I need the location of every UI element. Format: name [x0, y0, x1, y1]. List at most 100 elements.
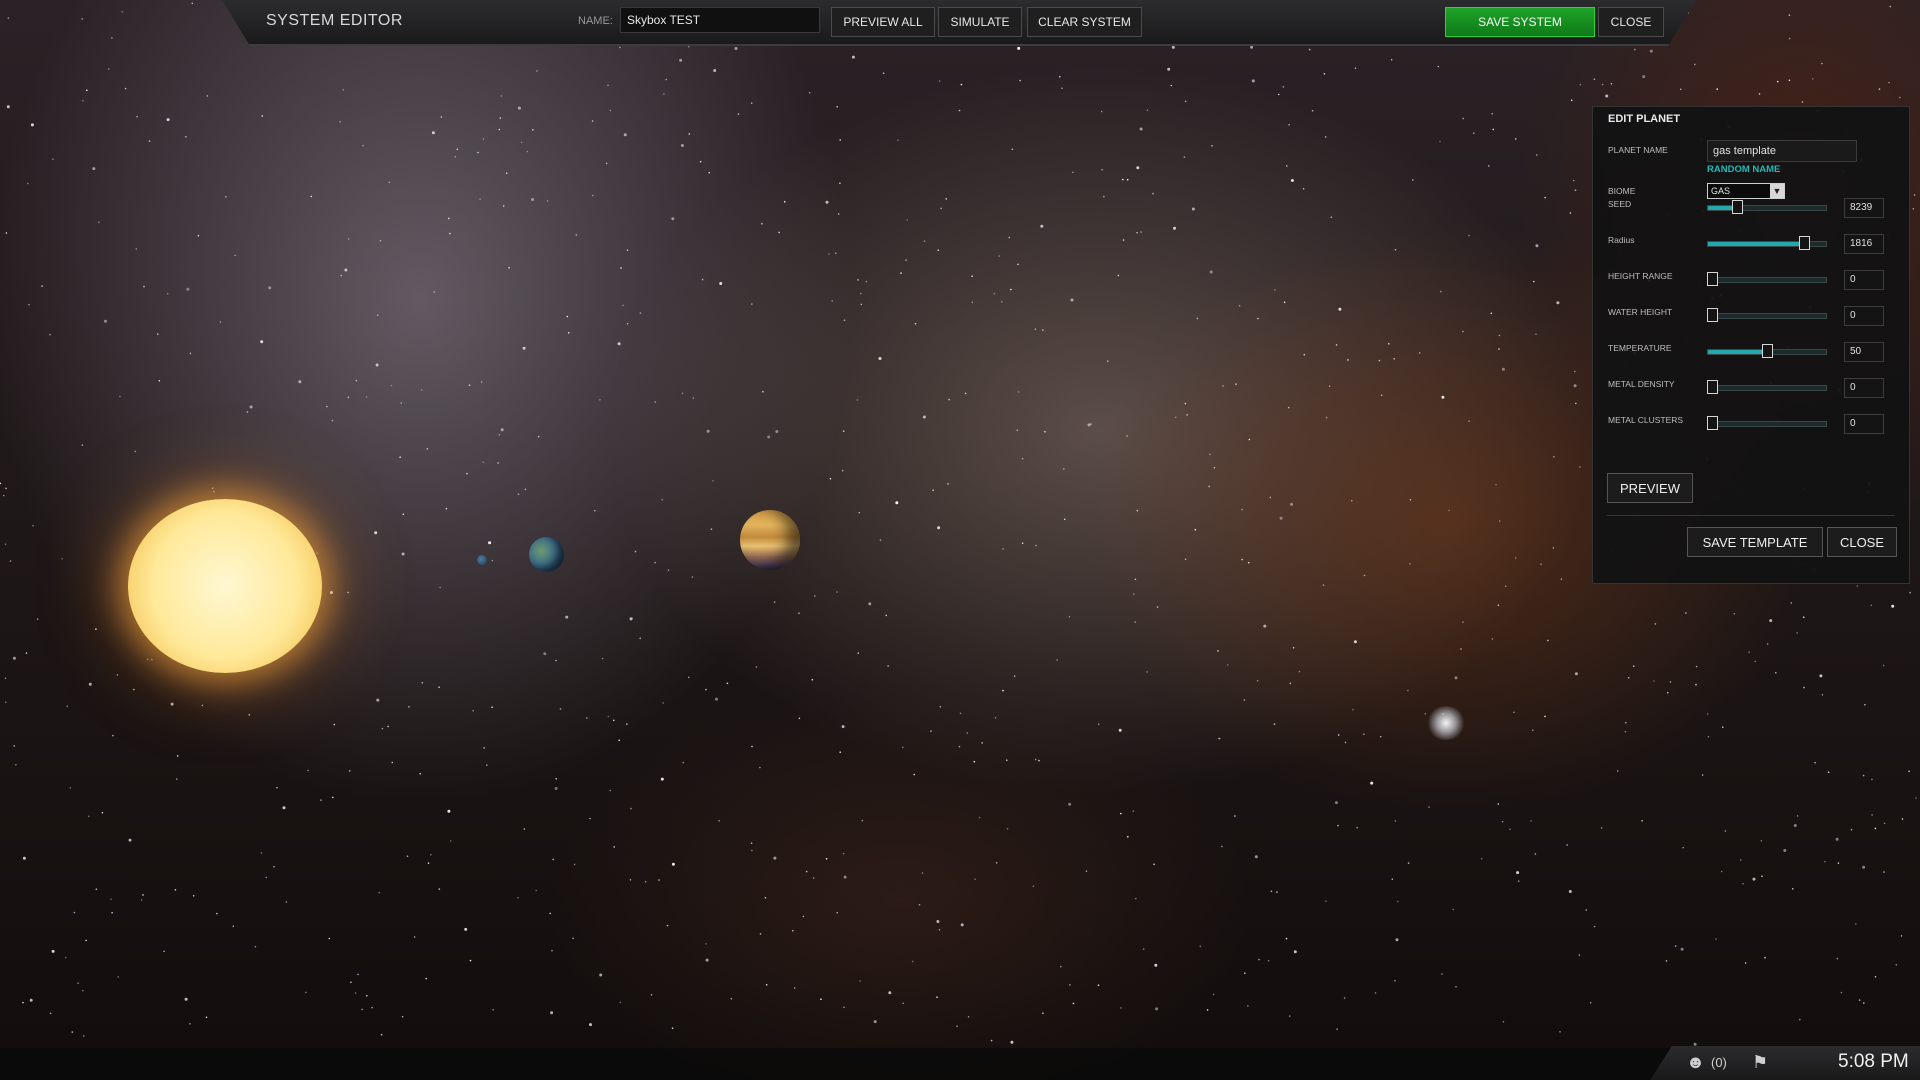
water-height-slider-track[interactable]: [1707, 313, 1827, 319]
star: [1290, 502, 1294, 506]
preview-all-button[interactable]: PREVIEW ALL: [831, 7, 935, 37]
star: [1276, 891, 1278, 893]
save-system-button[interactable]: SAVE SYSTEM: [1445, 7, 1595, 37]
temperature-value-input[interactable]: 50: [1844, 342, 1884, 362]
sun[interactable]: [128, 499, 322, 673]
star: [835, 252, 837, 254]
height-range-slider-handle[interactable]: [1707, 272, 1718, 286]
seed-value-input[interactable]: 8239: [1844, 198, 1884, 218]
star: [1573, 179, 1575, 182]
biome-value: GAS: [1711, 186, 1731, 196]
star: [1378, 359, 1381, 362]
star: [938, 928, 941, 931]
star: [1017, 391, 1020, 393]
star: [1117, 274, 1120, 277]
star: [900, 272, 902, 274]
star: [430, 853, 432, 856]
close-editor-button[interactable]: CLOSE: [1598, 7, 1664, 37]
star: [1504, 585, 1507, 587]
metal-clusters-slider-handle[interactable]: [1707, 416, 1718, 430]
planet-earth[interactable]: [529, 537, 564, 572]
star: [1337, 824, 1339, 827]
star: [158, 380, 161, 382]
star: [857, 652, 859, 654]
star: [419, 772, 422, 775]
star: [1559, 1031, 1561, 1033]
star: [1248, 438, 1251, 441]
star: [639, 637, 641, 640]
star: [1063, 468, 1065, 470]
chevron-down-icon[interactable]: ▼: [1770, 184, 1784, 198]
star: [938, 80, 941, 82]
water-height-slider[interactable]: [1707, 308, 1827, 322]
star: [966, 732, 969, 734]
metal-clusters-slider-track[interactable]: [1707, 421, 1827, 427]
seed-slider[interactable]: [1707, 200, 1827, 214]
planet-name-input[interactable]: [1707, 140, 1857, 162]
star: [1856, 585, 1859, 587]
radius-slider[interactable]: [1707, 236, 1827, 250]
star: [808, 91, 811, 94]
star: [1769, 619, 1773, 623]
biome-select[interactable]: GAS ▼: [1707, 183, 1785, 199]
star: [761, 222, 763, 225]
water-height-slider-handle[interactable]: [1707, 308, 1718, 322]
star: [491, 706, 493, 708]
height-range-slider-track[interactable]: [1707, 277, 1827, 283]
simulate-button[interactable]: SIMULATE: [938, 7, 1022, 37]
star: [1279, 516, 1283, 520]
close-panel-button[interactable]: CLOSE: [1827, 527, 1897, 557]
star: [566, 315, 569, 318]
preview-button[interactable]: PREVIEW: [1607, 473, 1693, 503]
metal-density-slider-track[interactable]: [1707, 385, 1827, 391]
metal-clusters-value-input[interactable]: 0: [1844, 414, 1884, 434]
star: [1330, 216, 1333, 218]
temperature-slider-handle[interactable]: [1762, 344, 1773, 358]
star: [1534, 853, 1537, 855]
water-height-value-input[interactable]: 0: [1844, 306, 1884, 326]
star: [1032, 885, 1035, 887]
radius-slider-handle[interactable]: [1799, 236, 1811, 250]
star: [1011, 148, 1014, 151]
star: [12, 656, 16, 660]
star: [851, 55, 855, 59]
star: [1354, 67, 1357, 69]
radius-value-input[interactable]: 1816: [1844, 234, 1884, 254]
star: [1733, 612, 1736, 615]
seed-slider-track[interactable]: [1707, 205, 1827, 211]
star: [665, 78, 667, 81]
clear-system-button[interactable]: CLEAR SYSTEM: [1027, 7, 1142, 37]
random-name-link[interactable]: RANDOM NAME: [1707, 164, 1780, 175]
star: [842, 430, 845, 432]
star: [1501, 820, 1504, 823]
height-range-value-input[interactable]: 0: [1844, 270, 1884, 290]
seed-slider-handle[interactable]: [1732, 200, 1743, 214]
moon[interactable]: [477, 555, 487, 565]
flag-icon[interactable]: ⚑: [1752, 1052, 1768, 1073]
star: [378, 891, 381, 894]
temperature-slider[interactable]: [1707, 344, 1827, 358]
metal-clusters-slider[interactable]: [1707, 416, 1827, 430]
save-template-button[interactable]: SAVE TEMPLATE: [1687, 527, 1823, 557]
user-icon[interactable]: ☻: [1686, 1052, 1705, 1073]
height-range-slider[interactable]: [1707, 272, 1827, 286]
star: [1716, 88, 1718, 90]
star: [1135, 897, 1137, 900]
metal-density-slider[interactable]: [1707, 380, 1827, 394]
star: [1610, 83, 1613, 85]
metal-density-value-input[interactable]: 0: [1844, 378, 1884, 398]
star: [1803, 686, 1805, 689]
star: [95, 628, 97, 630]
star: [265, 876, 268, 879]
star: [333, 723, 336, 726]
star: [1908, 770, 1910, 773]
star: [13, 745, 15, 747]
star: [526, 150, 529, 153]
metal-density-slider-handle[interactable]: [1707, 380, 1718, 394]
star: [1874, 827, 1877, 830]
planet-gas-giant[interactable]: [740, 510, 800, 570]
star: [1208, 485, 1210, 488]
star: [699, 160, 702, 163]
star: [609, 789, 611, 792]
system-name-input[interactable]: [620, 7, 820, 33]
